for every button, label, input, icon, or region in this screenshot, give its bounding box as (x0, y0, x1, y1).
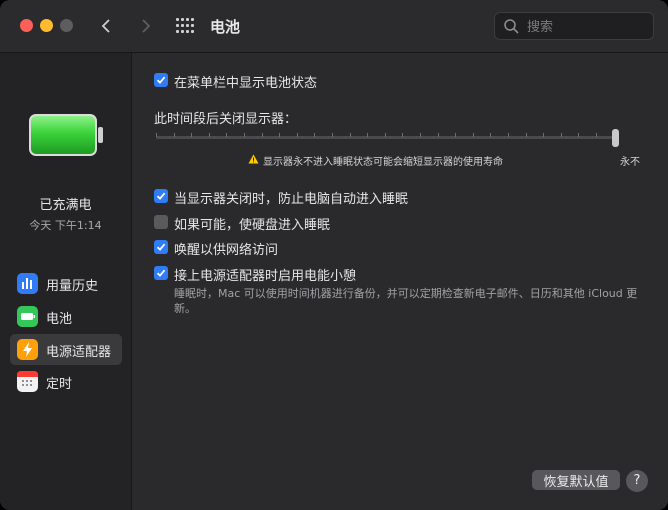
display-warning-text: 显示器永不进入睡眠状态可能会缩短显示器的使用寿命 (263, 157, 503, 168)
settings-pane: 在菜单栏中显示电池状态 此时间段后关闭显示器： 显示器永不进入睡眠状态可能会缩短… (132, 53, 668, 510)
sidebar-item-label: 电源适配器 (46, 345, 112, 360)
show-all-grid-icon[interactable] (176, 18, 194, 34)
hard-disk-sleep-checkbox[interactable] (154, 215, 168, 229)
slider-tick (543, 133, 545, 137)
slider-tick (596, 133, 597, 137)
slider-tick (261, 133, 263, 137)
search-field[interactable] (494, 12, 654, 40)
sidebar-item-label: 定时 (46, 377, 73, 392)
slider-tick (314, 133, 316, 137)
prevent-sleep-checkbox[interactable] (154, 189, 168, 203)
sidebar-item-power-adapter[interactable]: 电源适配器 (10, 334, 122, 365)
checkmark-icon (156, 269, 166, 277)
chevron-left-icon (101, 19, 110, 33)
slider-tick (420, 133, 421, 137)
slider-value-never: 永不 (620, 157, 640, 168)
forward-button[interactable] (134, 14, 156, 38)
slider-tick (173, 133, 175, 137)
sidebar-item-label: 电池 (46, 312, 73, 327)
wake-network-label: 唤醒以供网络访问 (174, 243, 279, 258)
sidebar-item-battery[interactable]: 电池 (10, 301, 122, 332)
slider-tick (560, 133, 562, 137)
search-icon (504, 19, 519, 34)
search-input[interactable] (525, 16, 649, 38)
slider-tick (455, 133, 457, 137)
slider-tick (437, 133, 439, 137)
calendar-icon (17, 371, 38, 392)
slider-tick (156, 133, 157, 137)
titlebar: 电池 (0, 0, 668, 53)
prevent-sleep-label: 当显示器关闭时，防止电脑自动进入睡眠 (174, 192, 409, 207)
sidebar-item-schedule[interactable]: 定时 (10, 366, 122, 397)
battery-full-icon (29, 114, 103, 156)
restore-defaults-button[interactable]: 恢复默认值 (532, 470, 620, 490)
slider-tick (191, 133, 193, 137)
slider-thumb[interactable] (612, 129, 619, 147)
display-off-label: 此时间段后关闭显示器： (154, 112, 298, 127)
slider-tick (508, 133, 509, 137)
minimize-button[interactable] (40, 19, 53, 32)
wake-network-checkbox[interactable] (154, 240, 168, 254)
checkmark-icon (156, 76, 166, 84)
slider-tick (367, 133, 369, 137)
lightning-icon (17, 339, 38, 360)
power-nap-description: 睡眠时，Mac 可以使用时间机器进行备份，并可以定期检查新电子邮件、日历和其他 … (174, 287, 638, 315)
help-button[interactable]: ? (626, 470, 648, 492)
slider-tick (226, 133, 228, 137)
slider-tick (296, 133, 298, 137)
sidebar-item-label: 用量历史 (46, 279, 99, 294)
slider-tick (244, 133, 245, 137)
battery-status-time: 今天 下午1:14 (29, 219, 102, 232)
hard-disk-sleep-label: 如果可能，使硬盘进入睡眠 (174, 218, 331, 233)
show-menubar-label: 在菜单栏中显示电池状态 (174, 76, 318, 91)
slider-tick (332, 133, 333, 137)
preferences-window: 电池 已充满电 今天 下午1:14 (0, 0, 668, 510)
slider-tick (472, 133, 474, 137)
slider-tick (279, 133, 281, 137)
close-button[interactable] (20, 19, 33, 32)
checkmark-icon (156, 243, 166, 251)
battery-status-title: 已充满电 (39, 198, 92, 213)
battery-icon (17, 306, 38, 327)
slider-tick (208, 133, 210, 137)
slider-tick (384, 133, 386, 137)
power-nap-label: 接上电源适配器时启用电能小憩 (174, 269, 357, 284)
show-menubar-checkbox[interactable] (154, 73, 168, 87)
window-title: 电池 (210, 18, 241, 36)
slider-tick (349, 133, 351, 137)
slider-tick (578, 133, 580, 137)
slider-tick (490, 133, 492, 137)
slider-tick (525, 133, 527, 137)
power-nap-checkbox[interactable] (154, 266, 168, 280)
checkmark-icon (156, 192, 166, 200)
sidebar: 已充满电 今天 下午1:14 用量历史 电池 电源适配器 定时 (0, 53, 132, 510)
chevron-right-icon (142, 19, 151, 33)
bar-chart-icon (17, 273, 38, 294)
warning-icon (248, 154, 259, 164)
sidebar-item-usage-history[interactable]: 用量历史 (10, 268, 122, 299)
slider-tick (402, 133, 404, 137)
zoom-button[interactable] (60, 19, 73, 32)
back-button[interactable] (96, 14, 118, 38)
